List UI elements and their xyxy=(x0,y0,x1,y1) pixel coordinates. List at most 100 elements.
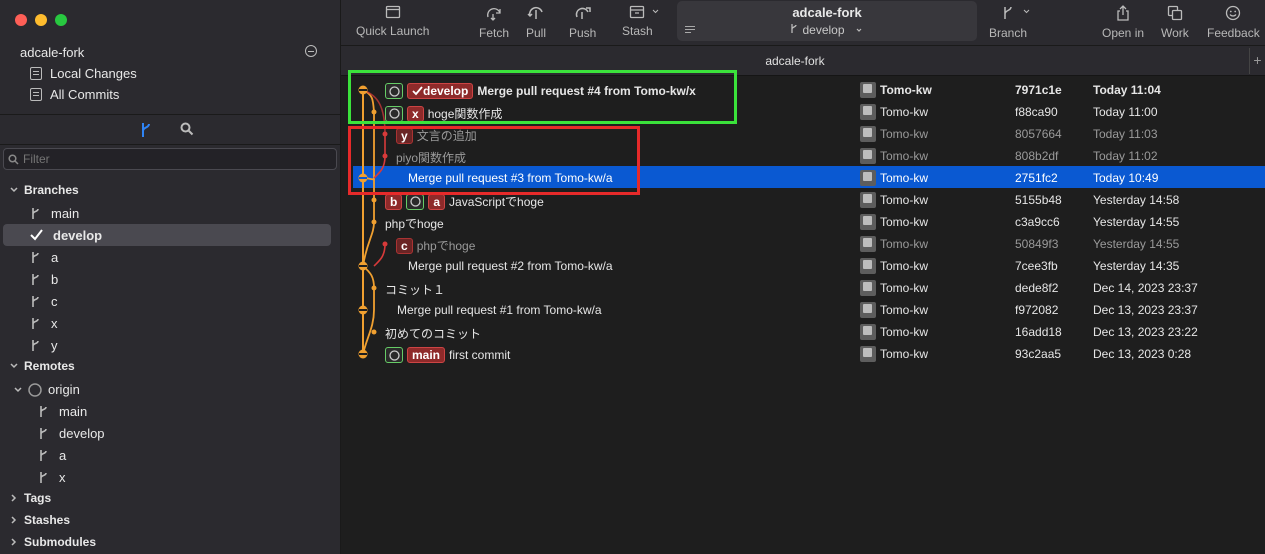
filter-field[interactable] xyxy=(3,148,337,170)
commit-date: Yesterday 14:35 xyxy=(1093,259,1180,273)
sidebar-branch-y[interactable]: y xyxy=(30,334,58,356)
close-window-button[interactable] xyxy=(15,14,27,26)
commit-sha: 5155b48 xyxy=(1015,193,1062,207)
repo-branch-selector[interactable]: adcale-fork develop xyxy=(677,1,977,41)
stash-button[interactable]: Stash xyxy=(622,5,667,38)
search-tab-icon[interactable] xyxy=(180,122,194,139)
zoom-window-button[interactable] xyxy=(55,14,67,26)
avatar xyxy=(860,236,876,252)
branch-selector[interactable]: develop xyxy=(677,23,977,37)
sidebar-branch-main[interactable]: main xyxy=(30,202,79,224)
avatar xyxy=(860,324,876,340)
remote-branch-develop[interactable]: develop xyxy=(38,422,105,444)
commit-sha: 2751fc2 xyxy=(1015,171,1058,185)
branch-label: develop xyxy=(53,227,103,243)
avatar xyxy=(860,104,876,120)
commit-date: Yesterday 14:55 xyxy=(1093,237,1180,251)
commit-row[interactable]: 初めてのコミット Tomo-kw 16add18 Dec 13, 2023 23… xyxy=(341,321,1265,343)
pull-button[interactable]: Pull xyxy=(526,5,546,40)
commit-row[interactable]: Merge pull request #2 from Tomo-kw/a Tom… xyxy=(341,255,1265,277)
commit-message: コミット１ xyxy=(385,283,446,297)
commit-row[interactable]: c phpでhoge Tomo-kw 50849f3 Yesterday 14:… xyxy=(341,233,1265,255)
branch-label: develop xyxy=(59,425,105,441)
pull-icon xyxy=(527,6,543,19)
window-controls xyxy=(15,14,67,26)
sidebar-branch-a[interactable]: a xyxy=(30,246,58,268)
tab-repo[interactable]: adcale-fork xyxy=(341,54,1249,68)
nav-all-commits[interactable]: All Commits xyxy=(30,87,119,102)
current-branch-label: develop xyxy=(802,23,845,37)
toolbar-label: Feedback xyxy=(1207,26,1260,40)
avatar xyxy=(860,258,876,274)
open-in-button[interactable]: Open in xyxy=(1102,5,1144,40)
section-tags[interactable]: Tags xyxy=(10,491,51,505)
chevron-right-icon xyxy=(11,538,17,546)
section-branches[interactable]: Branches xyxy=(10,183,79,197)
commit-row[interactable]: main first commit Tomo-kw 93c2aa5 Dec 13… xyxy=(341,343,1265,365)
branch-tag-c[interactable]: c xyxy=(396,237,413,254)
branch-tab-icon[interactable] xyxy=(140,122,152,141)
chevron-down-icon xyxy=(10,363,18,369)
remote-branch-main[interactable]: main xyxy=(38,400,87,422)
commit-sha: f972082 xyxy=(1015,303,1059,317)
branch-icon xyxy=(32,317,39,329)
commit-row[interactable]: Merge pull request #1 from Tomo-kw/a Tom… xyxy=(341,299,1265,321)
branch-tag-b[interactable]: b xyxy=(385,193,403,210)
branch-tag-a[interactable]: a xyxy=(428,193,446,210)
work-button[interactable]: Work xyxy=(1161,5,1189,40)
avatar xyxy=(860,126,876,142)
branch-icon xyxy=(1004,6,1030,19)
commit-author: Tomo-kw xyxy=(880,83,932,97)
remote-branch-a[interactable]: a xyxy=(38,444,66,466)
commit-author: Tomo-kw xyxy=(880,237,929,251)
commit-sha: dede8f2 xyxy=(1015,281,1059,295)
smiley-icon xyxy=(1226,5,1241,21)
fetch-button[interactable]: Fetch xyxy=(479,5,509,40)
toolbar-label: Work xyxy=(1161,26,1189,40)
sidebar-branch-x[interactable]: x xyxy=(30,312,58,334)
branch-button[interactable]: Branch xyxy=(989,5,1041,40)
branch-label: c xyxy=(51,293,58,309)
annotation-box-green xyxy=(348,70,737,124)
remote-label: origin xyxy=(48,382,80,397)
section-stashes[interactable]: Stashes xyxy=(10,513,70,527)
window-icon xyxy=(385,5,400,19)
avatar xyxy=(860,214,876,230)
commit-author: Tomo-kw xyxy=(880,105,929,119)
commit-row[interactable]: コミット１ Tomo-kw dede8f2 Dec 14, 2023 23:37 xyxy=(341,277,1265,299)
share-icon xyxy=(1117,5,1129,21)
avatar xyxy=(860,148,876,164)
commit-sha: 808b2df xyxy=(1015,149,1059,163)
section-remotes[interactable]: Remotes xyxy=(10,359,75,373)
chevron-right-icon xyxy=(11,494,17,502)
sidebar-branch-develop[interactable]: develop xyxy=(3,224,331,246)
branch-icon xyxy=(32,295,39,307)
commit-date: Today 10:49 xyxy=(1093,171,1159,185)
branch-label: a xyxy=(59,447,67,463)
branch-tag-main[interactable]: main xyxy=(407,347,446,363)
tag-label: a xyxy=(433,194,441,209)
commit-date: Today 11:02 xyxy=(1093,149,1158,163)
new-tab-button[interactable]: + xyxy=(1249,48,1265,74)
feedback-button[interactable]: Feedback xyxy=(1207,5,1260,40)
branch-icon xyxy=(40,405,47,417)
remote-origin[interactable]: origin xyxy=(14,382,80,397)
commit-date: Dec 13, 2023 0:28 xyxy=(1093,347,1192,361)
section-submodules[interactable]: Submodules xyxy=(10,535,96,549)
sidebar-branch-c[interactable]: c xyxy=(30,290,58,312)
commit-sha: 50849f3 xyxy=(1015,237,1059,251)
annotation-box-red xyxy=(348,126,640,195)
checkmark-icon xyxy=(30,229,43,241)
commit-sha: 16add18 xyxy=(1015,325,1062,339)
filter-input[interactable] xyxy=(23,152,323,166)
commit-row[interactable]: phpでhoge Tomo-kw c3a9cc6 Yesterday 14:55 xyxy=(341,211,1265,233)
quick-launch-button[interactable]: Quick Launch xyxy=(356,5,429,38)
remote-branch-x[interactable]: x xyxy=(38,466,66,488)
push-button[interactable]: Push xyxy=(569,5,596,40)
minimize-window-button[interactable] xyxy=(35,14,47,26)
nav-local-changes[interactable]: Local Changes xyxy=(30,66,137,81)
repo-name[interactable]: adcale-fork xyxy=(20,45,84,60)
sidebar-branch-b[interactable]: b xyxy=(30,268,58,290)
repo-menu-icon[interactable] xyxy=(305,45,317,57)
toolbar: Quick Launch Fetch Pull Push Stash adcal… xyxy=(341,0,1265,46)
